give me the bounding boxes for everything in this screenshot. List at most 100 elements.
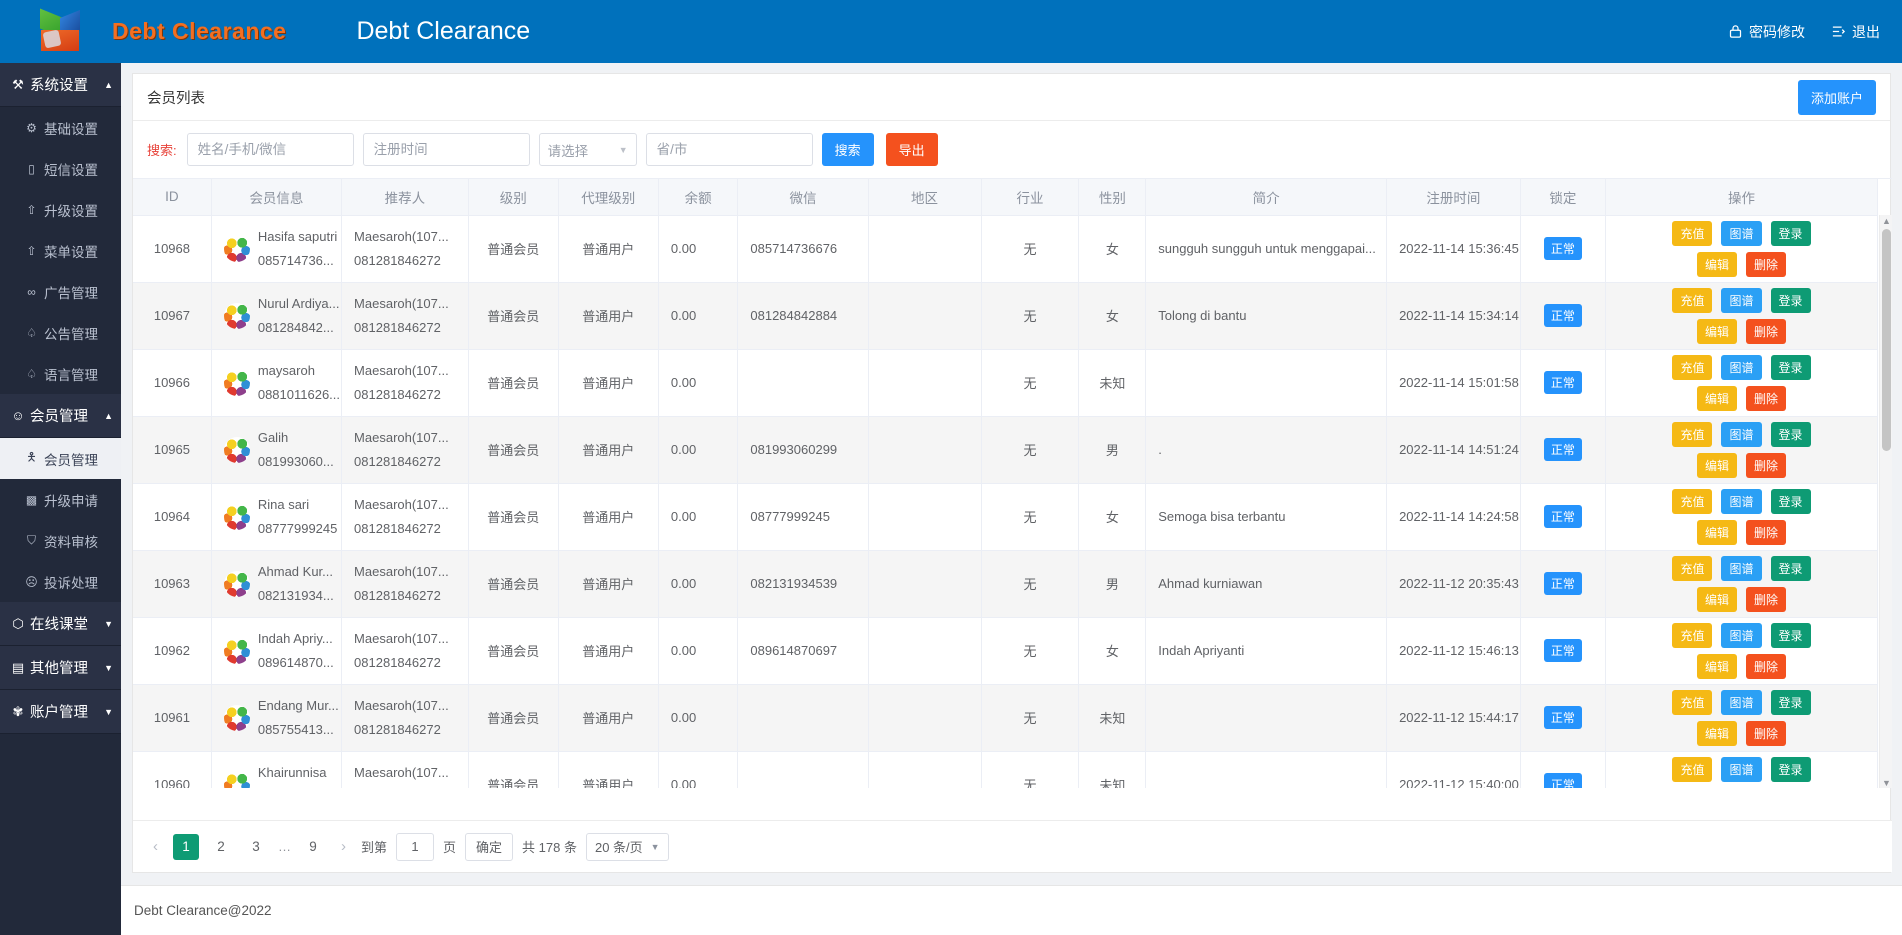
status-badge[interactable]: 正常	[1543, 773, 1582, 788]
sidebar-item-menu-settings[interactable]: ⇧ 菜单设置	[0, 230, 121, 271]
sidebar-group-online-classroom[interactable]: ⬡ 在线课堂 ▼	[0, 602, 121, 646]
jump-page-input[interactable]	[396, 832, 435, 861]
delete-button[interactable]: 删除	[1746, 720, 1787, 746]
app-logo[interactable]	[0, 0, 120, 63]
sidebar-group-other-management[interactable]: ▤ 其他管理 ▼	[0, 646, 121, 690]
search-input[interactable]	[186, 133, 354, 166]
page-button-last[interactable]: 9	[300, 834, 326, 860]
page-size-select[interactable]: 20 条/页 ▼	[585, 832, 669, 861]
sidebar-item-document-review[interactable]: ⛉ 资料审核	[0, 520, 121, 561]
login-button[interactable]: 登录	[1770, 622, 1811, 648]
edit-button[interactable]: 编辑	[1696, 720, 1737, 746]
recharge-button[interactable]: 充值	[1672, 689, 1713, 715]
sidebar-item-announcement-management[interactable]: ♤ 公告管理	[0, 312, 121, 353]
scroll-down-icon[interactable]: ▼	[1882, 778, 1891, 788]
edit-button[interactable]: 编辑	[1696, 385, 1737, 411]
graph-button[interactable]: 图谱	[1721, 756, 1762, 782]
register-time-input[interactable]	[362, 133, 530, 166]
graph-button[interactable]: 图谱	[1721, 354, 1762, 380]
sidebar-item-sms-settings[interactable]: ▯ 短信设置	[0, 148, 121, 189]
sidebar-item-language-management[interactable]: ♤ 语言管理	[0, 353, 121, 394]
delete-button[interactable]: 删除	[1746, 385, 1787, 411]
edit-button[interactable]: 编辑	[1696, 653, 1737, 679]
login-button[interactable]: 登录	[1770, 421, 1811, 447]
prev-page-button[interactable]: ‹	[147, 838, 164, 855]
table-vertical-scrollbar[interactable]: ▲ ▼	[1879, 215, 1892, 788]
graph-button[interactable]: 图谱	[1721, 622, 1762, 648]
delete-button[interactable]: 删除	[1746, 519, 1787, 545]
table-row: 10962 Indah Apriy... 089614870... Maesaroh(…	[133, 617, 1878, 685]
graph-button[interactable]: 图谱	[1721, 555, 1762, 581]
recharge-button[interactable]: 充值	[1672, 488, 1713, 514]
cell-industry: 无	[981, 550, 1080, 618]
login-button[interactable]: 登录	[1770, 756, 1811, 782]
sidebar-item-ad-management[interactable]: ∞ 广告管理	[0, 271, 121, 312]
edit-button[interactable]: 编辑	[1696, 519, 1737, 545]
search-button[interactable]: 搜索	[821, 133, 874, 166]
status-badge[interactable]: 正常	[1543, 505, 1582, 528]
cell-referrer: Maesaroh(107... 081281846272	[341, 550, 469, 618]
edit-button[interactable]: 编辑	[1696, 586, 1737, 612]
status-badge[interactable]: 正常	[1543, 371, 1582, 394]
category-select[interactable]: 请选择 ▼	[538, 133, 637, 166]
province-city-input[interactable]	[645, 133, 813, 166]
edit-button[interactable]: 编辑	[1696, 787, 1737, 788]
login-button[interactable]: 登录	[1770, 488, 1811, 514]
sidebar-item-complaint-handling[interactable]: ☹ 投诉处理	[0, 561, 121, 602]
status-badge[interactable]: 正常	[1543, 438, 1582, 461]
logout-button[interactable]: 退出	[1831, 22, 1880, 42]
edit-button[interactable]: 编辑	[1696, 318, 1737, 344]
recharge-button[interactable]: 充值	[1672, 354, 1713, 380]
login-button[interactable]: 登录	[1770, 689, 1811, 715]
scrollbar-thumb[interactable]	[1882, 229, 1891, 451]
export-button[interactable]: 导出	[885, 133, 938, 166]
sidebar-group-system-settings[interactable]: ⚒ 系统设置 ▲	[0, 63, 121, 107]
status-badge[interactable]: 正常	[1543, 572, 1582, 595]
edit-button[interactable]: 编辑	[1696, 251, 1737, 277]
graph-button[interactable]: 图谱	[1721, 421, 1762, 447]
delete-button[interactable]: 删除	[1746, 251, 1787, 277]
recharge-button[interactable]: 充值	[1672, 622, 1713, 648]
recharge-button[interactable]: 充值	[1672, 220, 1713, 246]
add-account-button[interactable]: 添加账户	[1797, 79, 1876, 115]
graph-button[interactable]: 图谱	[1721, 287, 1762, 313]
status-badge[interactable]: 正常	[1543, 237, 1582, 260]
graph-button[interactable]: 图谱	[1721, 488, 1762, 514]
page-button-2[interactable]: 2	[208, 834, 234, 860]
recharge-button[interactable]: 充值	[1672, 555, 1713, 581]
page-ellipsis[interactable]: …	[278, 839, 291, 854]
scroll-up-icon[interactable]: ▲	[1882, 216, 1891, 226]
delete-button[interactable]: 删除	[1746, 452, 1787, 478]
page-button-3[interactable]: 3	[243, 834, 269, 860]
sidebar-group-member-management[interactable]: ☺ 会员管理 ▲	[0, 394, 121, 438]
delete-button[interactable]: 删除	[1746, 318, 1787, 344]
sidebar-item-upgrade-settings[interactable]: ⇧ 升级设置	[0, 189, 121, 230]
referrer-name: Maesaroh(107...	[354, 228, 449, 244]
sidebar-group-account-management[interactable]: ✾ 账户管理 ▼	[0, 690, 121, 734]
status-badge[interactable]: 正常	[1543, 639, 1582, 662]
sidebar-item-upgrade-application[interactable]: ▩ 升级申请	[0, 479, 121, 520]
login-button[interactable]: 登录	[1770, 220, 1811, 246]
graph-button[interactable]: 图谱	[1721, 220, 1762, 246]
recharge-button[interactable]: 充值	[1672, 287, 1713, 313]
login-button[interactable]: 登录	[1770, 555, 1811, 581]
change-password-button[interactable]: 密码修改	[1728, 22, 1805, 42]
panel-header: 会员列表 添加账户	[133, 74, 1890, 121]
cell-operations: 充值图谱登录编辑删除	[1605, 550, 1878, 618]
delete-button[interactable]: 删除	[1746, 586, 1787, 612]
delete-button[interactable]: 删除	[1746, 653, 1787, 679]
login-button[interactable]: 登录	[1770, 287, 1811, 313]
sidebar-item-basic-settings[interactable]: ⚙ 基础设置	[0, 107, 121, 148]
confirm-jump-button[interactable]: 确定	[465, 832, 514, 861]
status-badge[interactable]: 正常	[1543, 304, 1582, 327]
recharge-button[interactable]: 充值	[1672, 756, 1713, 782]
recharge-button[interactable]: 充值	[1672, 421, 1713, 447]
delete-button[interactable]: 删除	[1746, 787, 1787, 788]
status-badge[interactable]: 正常	[1543, 706, 1582, 729]
next-page-button[interactable]: ›	[335, 838, 352, 855]
login-button[interactable]: 登录	[1770, 354, 1811, 380]
sidebar-item-member-management[interactable]: 🯅 会员管理	[0, 438, 121, 479]
page-button-1[interactable]: 1	[173, 833, 199, 860]
graph-button[interactable]: 图谱	[1721, 689, 1762, 715]
edit-button[interactable]: 编辑	[1696, 452, 1737, 478]
